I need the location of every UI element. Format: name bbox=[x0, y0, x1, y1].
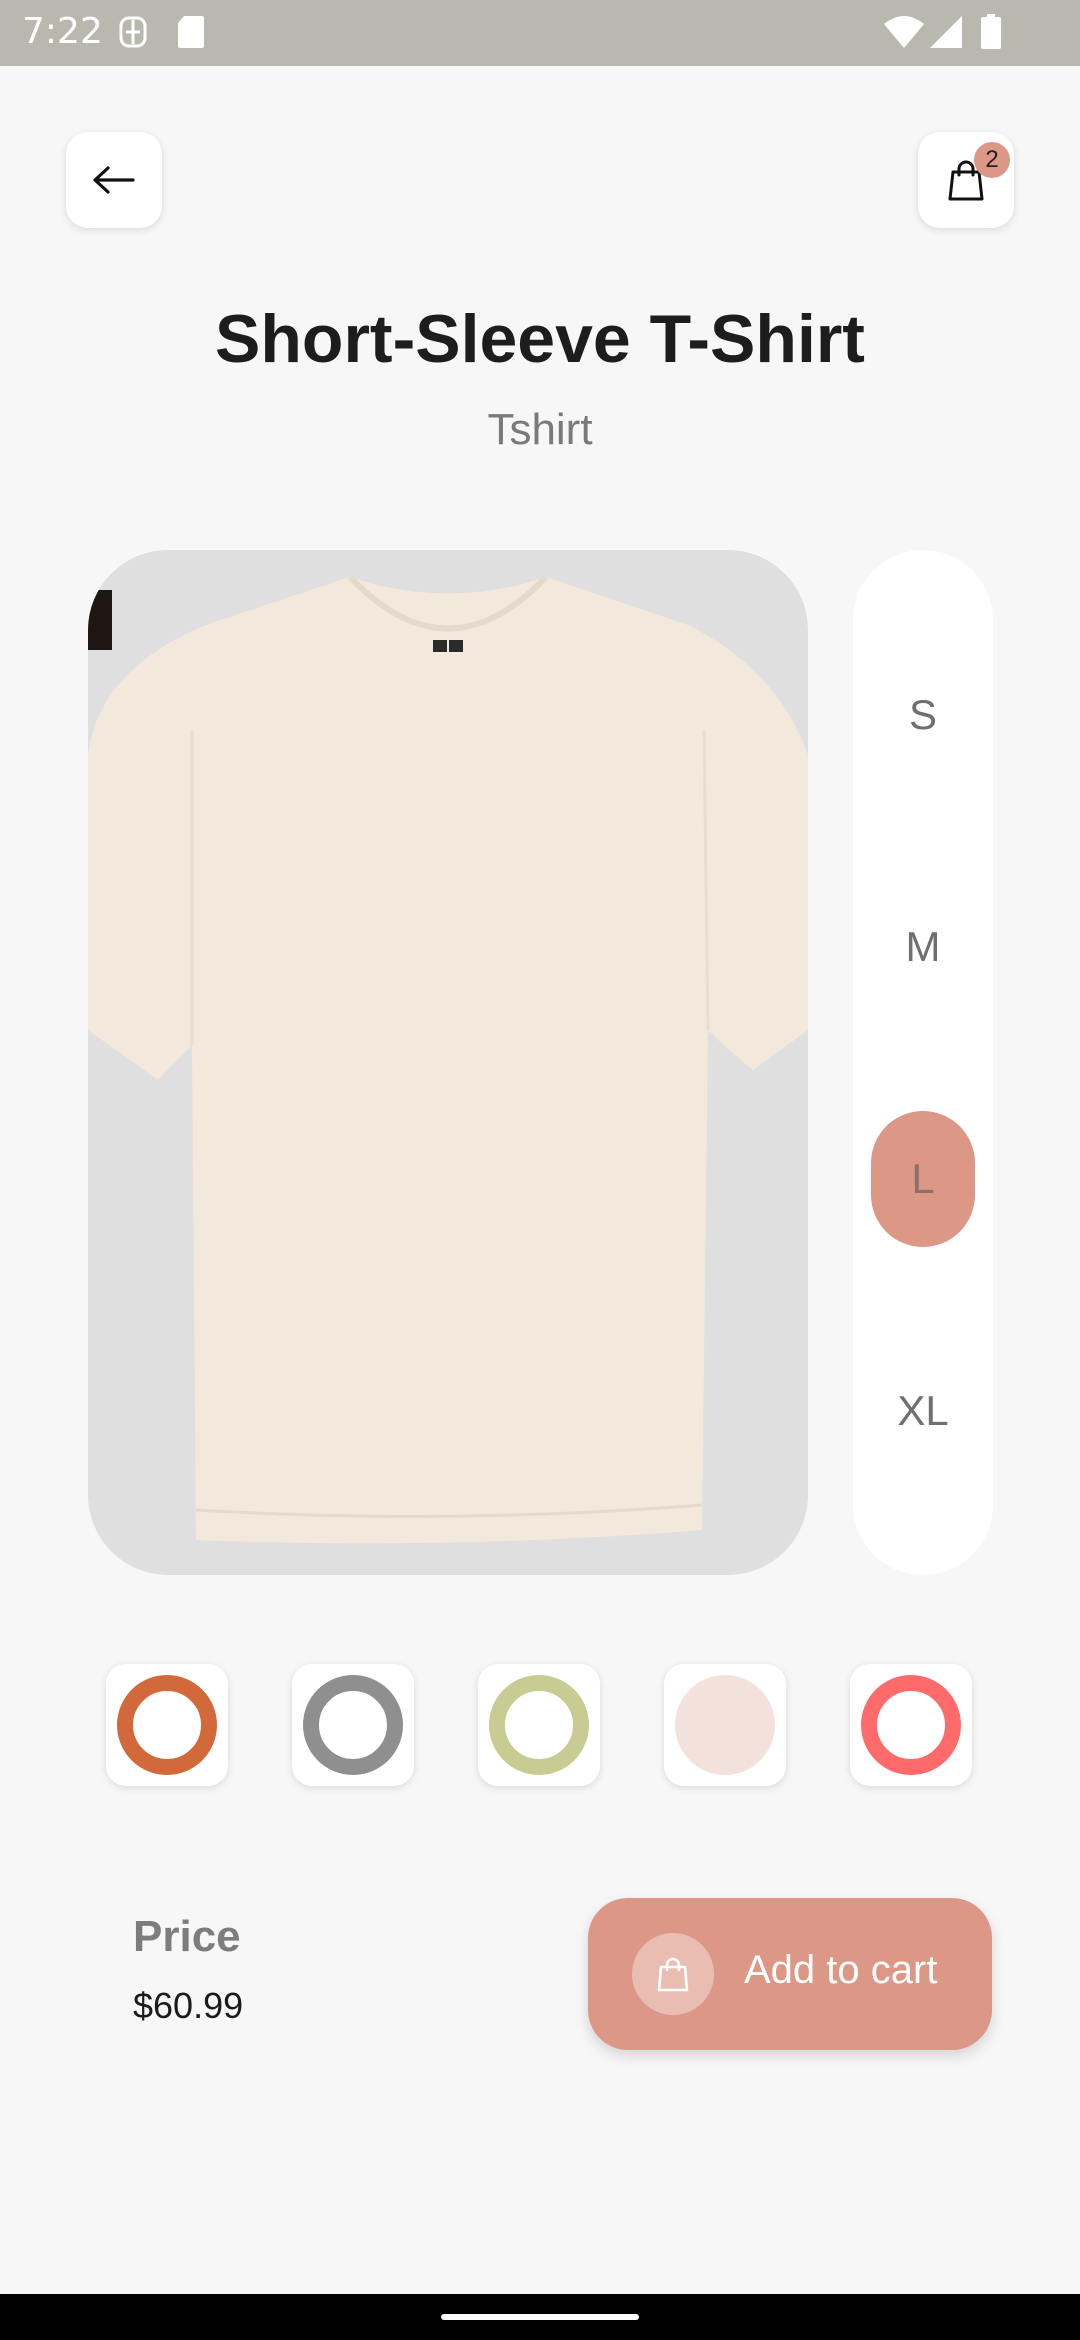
size-option-xl[interactable]: XL bbox=[871, 1343, 975, 1479]
battery-icon bbox=[981, 14, 1001, 49]
color-swatch-gray[interactable] bbox=[292, 1664, 414, 1786]
swatch-ring bbox=[117, 1675, 217, 1775]
add-to-cart-button[interactable]: Add to cart bbox=[588, 1898, 992, 2050]
back-button[interactable] bbox=[66, 132, 162, 228]
system-navigation-bar bbox=[0, 2294, 1080, 2340]
swatch-fill bbox=[675, 1675, 775, 1775]
price-label: Price bbox=[133, 1912, 241, 1961]
product-image-card bbox=[88, 550, 808, 1575]
swatch-ring bbox=[861, 1675, 961, 1775]
home-gesture-handle[interactable] bbox=[441, 2314, 639, 2320]
tshirt-image bbox=[88, 574, 808, 1544]
product-title: Short-Sleeve T-Shirt bbox=[215, 301, 865, 377]
atc-icon-circle bbox=[632, 1933, 714, 2015]
arrow-left-icon bbox=[93, 166, 135, 194]
size-option-m[interactable]: M bbox=[871, 879, 975, 1015]
wifi-icon bbox=[884, 16, 924, 48]
notification-icon bbox=[119, 16, 147, 48]
cart-button[interactable]: 2 bbox=[918, 132, 1014, 228]
status-bar: 7:22 bbox=[0, 0, 1080, 66]
size-option-l[interactable]: L bbox=[871, 1111, 975, 1247]
color-swatch-cream[interactable] bbox=[664, 1664, 786, 1786]
color-swatch-olive[interactable] bbox=[478, 1664, 600, 1786]
shopping-bag-icon bbox=[657, 1957, 689, 1992]
swatch-ring bbox=[489, 1675, 589, 1775]
status-time: 7:22 bbox=[22, 11, 103, 52]
price-value: $60.99 bbox=[133, 1985, 244, 2026]
cell-signal-icon bbox=[930, 16, 962, 48]
color-swatch-red[interactable] bbox=[850, 1664, 972, 1786]
sd-card-icon bbox=[178, 16, 204, 48]
color-swatch-orange[interactable] bbox=[106, 1664, 228, 1786]
cart-count-badge: 2 bbox=[974, 142, 1010, 178]
product-category: Tshirt bbox=[487, 405, 593, 454]
swatch-ring bbox=[303, 1675, 403, 1775]
size-selector: S M L XL bbox=[853, 550, 993, 1575]
size-option-s[interactable]: S bbox=[871, 647, 975, 783]
add-to-cart-label: Add to cart bbox=[744, 1948, 938, 1992]
